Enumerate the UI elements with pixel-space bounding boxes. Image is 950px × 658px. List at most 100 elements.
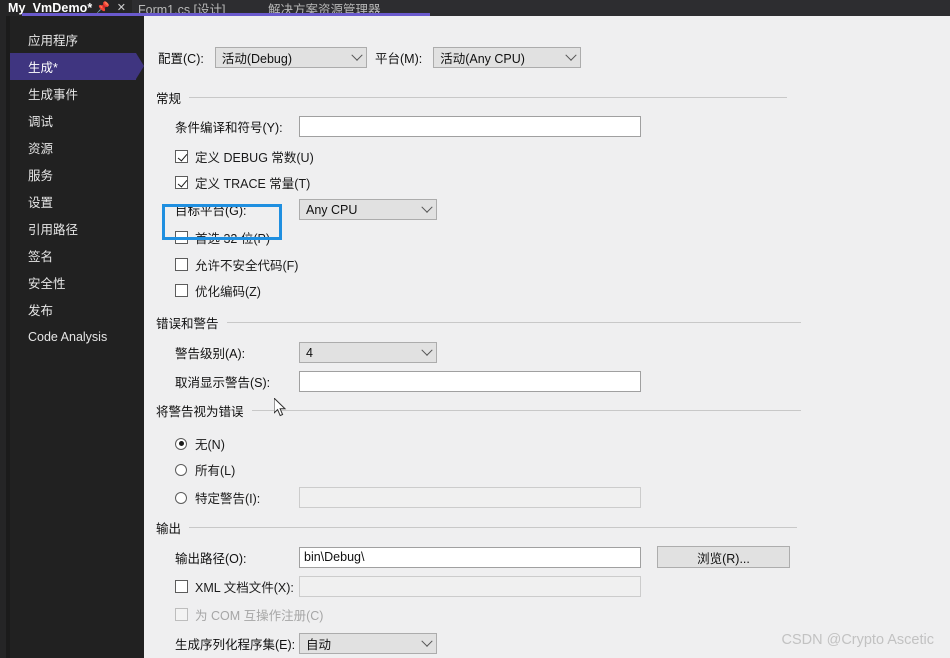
allow-unsafe-row: 允许不安全代码(F) bbox=[175, 255, 298, 274]
conditional-symbols-label: 条件编译和符号(Y): bbox=[175, 121, 283, 135]
optimize-code-row: 优化编码(Z) bbox=[175, 281, 261, 300]
sidebar-item-label: 引用路径 bbox=[28, 223, 79, 237]
com-interop-label: 为 COM 互操作注册(C) bbox=[195, 609, 324, 623]
tab-actions: 📌 ✕ bbox=[96, 2, 126, 14]
platform-value: 活动(Any CPU) bbox=[440, 52, 525, 66]
xml-doc-row: XML 文档文件(X): bbox=[175, 576, 641, 597]
sidebar-item-build[interactable]: 生成* bbox=[10, 53, 144, 80]
allow-unsafe-label: 允许不安全代码(F) bbox=[195, 259, 299, 273]
xml-doc-checkbox[interactable]: XML 文档文件(X): bbox=[175, 577, 297, 596]
section-divider bbox=[226, 322, 801, 323]
checkbox-box-icon bbox=[175, 150, 188, 163]
suppress-warnings-input[interactable] bbox=[299, 371, 641, 392]
sidebar-item-debug[interactable]: 调试 bbox=[10, 107, 144, 134]
platform-select[interactable]: 活动(Any CPU) bbox=[433, 47, 582, 68]
prefer-32bit-label: 首选 32 位(P) bbox=[195, 232, 271, 246]
sidebar-item-resources[interactable]: 资源 bbox=[10, 134, 144, 161]
sidebar-item-label: 安全性 bbox=[28, 277, 66, 291]
xml-doc-label: XML 文档文件(X): bbox=[195, 581, 294, 595]
serialization-label: 生成序列化程序集(E): bbox=[175, 638, 296, 652]
define-trace-row: 定义 TRACE 常量(T) bbox=[175, 173, 310, 192]
warning-level-row: 警告级别(A): 4 bbox=[175, 342, 437, 363]
define-debug-row: 定义 DEBUG 常数(U) bbox=[175, 147, 314, 166]
sidebar-item-label: 资源 bbox=[28, 142, 54, 156]
sidebar-item-reference-paths[interactable]: 引用路径 bbox=[10, 215, 144, 242]
warning-level-value: 4 bbox=[306, 345, 313, 360]
configuration-value: 活动(Debug) bbox=[221, 52, 292, 66]
com-interop-row: 为 COM 互操作注册(C) bbox=[175, 605, 323, 624]
warnings-specific-radio[interactable]: 特定警告(I): bbox=[175, 488, 297, 507]
checkbox-box-icon bbox=[175, 608, 188, 621]
checkbox-box-icon bbox=[175, 176, 188, 189]
chevron-down-icon bbox=[418, 635, 436, 648]
sidebar-item-build-events[interactable]: 生成事件 bbox=[10, 80, 144, 107]
properties-sidebar: 应用程序 生成* 生成事件 调试 资源 服务 设置 引用路径 签名 安全性 发布 bbox=[10, 16, 144, 658]
conditional-symbols-input[interactable] bbox=[299, 116, 641, 137]
warnings-as-errors-section-title: 将警告视为错误 bbox=[156, 405, 244, 419]
sidebar-item-label: Code Analysis bbox=[28, 329, 108, 344]
configuration-label: 配置(C): bbox=[158, 52, 204, 66]
warning-level-label: 警告级别(A): bbox=[175, 347, 246, 361]
sidebar-item-label: 应用程序 bbox=[28, 34, 79, 48]
section-divider bbox=[189, 527, 798, 528]
suppress-warnings-label: 取消显示警告(S): bbox=[175, 376, 271, 390]
radio-dot-icon bbox=[175, 463, 187, 476]
sidebar-item-publish[interactable]: 发布 bbox=[10, 296, 144, 323]
warnings-specific-row: 特定警告(I): bbox=[175, 487, 641, 508]
define-trace-label: 定义 TRACE 常量(T) bbox=[195, 177, 311, 191]
errors-section-header: 错误和警告 bbox=[156, 313, 950, 332]
com-interop-checkbox: 为 COM 互操作注册(C) bbox=[175, 605, 323, 624]
prefer-32bit-checkbox[interactable]: 首选 32 位(P) bbox=[175, 228, 270, 247]
optimize-code-label: 优化编码(Z) bbox=[195, 285, 261, 299]
warnings-none-label: 无(N) bbox=[195, 438, 225, 452]
section-divider bbox=[189, 97, 788, 98]
suppress-warnings-row: 取消显示警告(S): bbox=[175, 371, 641, 392]
target-platform-row: 目标平台(G): Any CPU bbox=[175, 199, 437, 220]
browse-button[interactable]: 浏览(R)... bbox=[657, 546, 790, 568]
target-platform-label: 目标平台(G): bbox=[175, 204, 247, 218]
warnings-specific-label: 特定警告(I): bbox=[195, 492, 261, 506]
configuration-row: 配置(C): 活动(Debug) bbox=[158, 47, 367, 68]
sidebar-item-label: 发布 bbox=[28, 304, 54, 318]
define-trace-checkbox[interactable]: 定义 TRACE 常量(T) bbox=[175, 173, 310, 192]
sidebar-item-settings[interactable]: 设置 bbox=[10, 188, 144, 215]
close-icon[interactable]: ✕ bbox=[117, 2, 126, 14]
warning-level-select[interactable]: 4 bbox=[299, 342, 437, 363]
pin-icon[interactable]: 📌 bbox=[96, 2, 110, 14]
radio-dot-icon bbox=[175, 491, 187, 504]
warnings-all-label: 所有(L) bbox=[195, 464, 236, 478]
sidebar-item-application[interactable]: 应用程序 bbox=[10, 26, 144, 53]
checkbox-box-icon bbox=[175, 580, 188, 593]
warnings-none-radio[interactable]: 无(N) bbox=[175, 434, 225, 453]
sidebar-item-label: 生成事件 bbox=[28, 88, 79, 102]
configuration-select[interactable]: 活动(Debug) bbox=[214, 47, 367, 68]
platform-label: 平台(M): bbox=[375, 52, 423, 66]
target-platform-select[interactable]: Any CPU bbox=[299, 199, 437, 220]
sidebar-item-services[interactable]: 服务 bbox=[10, 161, 144, 188]
radio-dot-icon bbox=[175, 437, 187, 450]
chevron-down-icon bbox=[418, 201, 436, 214]
sidebar-item-code-analysis[interactable]: Code Analysis bbox=[10, 323, 144, 350]
mouse-cursor bbox=[274, 398, 287, 417]
output-path-input[interactable]: bin\Debug\ bbox=[299, 546, 641, 568]
chevron-down-icon bbox=[418, 344, 436, 357]
optimize-code-checkbox[interactable]: 优化编码(Z) bbox=[175, 281, 261, 300]
xml-doc-input[interactable] bbox=[299, 576, 641, 597]
warnings-specific-input[interactable] bbox=[299, 487, 641, 508]
target-platform-value: Any CPU bbox=[306, 202, 358, 217]
output-section-header: 输出 bbox=[156, 518, 950, 537]
define-debug-checkbox[interactable]: 定义 DEBUG 常数(U) bbox=[175, 147, 314, 166]
output-section-title: 输出 bbox=[156, 522, 182, 536]
checkbox-box-icon bbox=[175, 231, 188, 244]
allow-unsafe-checkbox[interactable]: 允许不安全代码(F) bbox=[175, 255, 298, 274]
prefer-32bit-row: 首选 32 位(P) bbox=[175, 228, 270, 247]
warnings-all-radio[interactable]: 所有(L) bbox=[175, 460, 235, 479]
sidebar-item-label: 签名 bbox=[28, 250, 54, 264]
general-section-header: 常规 bbox=[156, 88, 950, 107]
serialization-select[interactable]: 自动 bbox=[299, 633, 437, 654]
sidebar-item-security[interactable]: 安全性 bbox=[10, 269, 144, 296]
define-debug-label: 定义 DEBUG 常数(U) bbox=[195, 151, 314, 165]
sidebar-item-signing[interactable]: 签名 bbox=[10, 242, 144, 269]
sidebar-item-label: 服务 bbox=[28, 169, 54, 183]
errors-section-title: 错误和警告 bbox=[156, 317, 219, 331]
